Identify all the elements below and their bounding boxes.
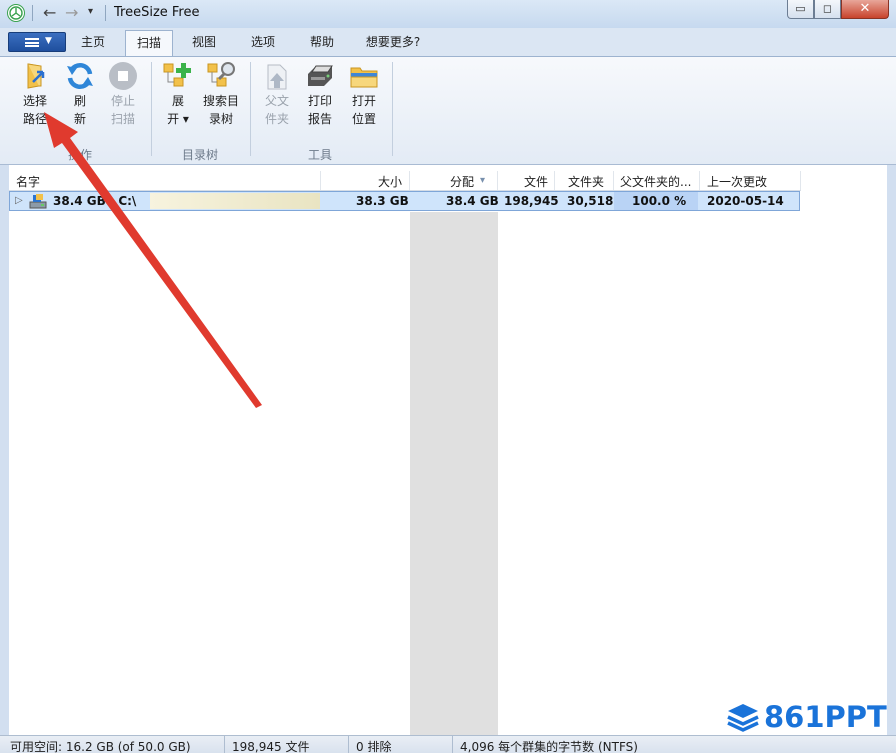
parent-folder-button[interactable]: 父文 件夹 bbox=[259, 60, 295, 128]
tab-scan[interactable]: 扫描 bbox=[125, 30, 173, 56]
refresh-icon bbox=[64, 60, 96, 92]
print-report-button[interactable]: 打印 报告 bbox=[302, 60, 338, 128]
quick-access-dropdown-icon[interactable]: ▾ bbox=[88, 6, 93, 17]
refresh-button[interactable]: 刷 新 bbox=[62, 60, 98, 128]
group-label-operations: 操作 bbox=[67, 148, 92, 162]
column-separator[interactable] bbox=[699, 171, 700, 190]
tab-help[interactable]: 帮助 bbox=[298, 30, 346, 56]
status-excluded: 0 排除 bbox=[356, 740, 392, 754]
folders-cell: 30,518 bbox=[567, 194, 614, 208]
last-modified-cell: 2020-05-14 bbox=[707, 194, 784, 208]
chevron-down-icon: ▼ bbox=[45, 36, 52, 46]
column-header-name[interactable]: 名字 bbox=[16, 173, 40, 190]
column-separator[interactable] bbox=[800, 171, 801, 190]
group-separator bbox=[151, 62, 152, 156]
forward-arrow-icon[interactable]: → bbox=[65, 3, 78, 22]
size-percentage-bar bbox=[150, 193, 320, 209]
tab-home[interactable]: 主页 bbox=[70, 30, 116, 56]
size-cell: 38.3 GB bbox=[356, 194, 409, 208]
open-folder-icon bbox=[348, 60, 380, 92]
group-separator bbox=[250, 62, 251, 156]
sort-descending-icon: ▾ bbox=[480, 175, 486, 186]
column-header-percent-parent[interactable]: 父文件夹的... bbox=[620, 173, 698, 190]
status-cluster-size: 4,096 每个群集的字节数 (NTFS) bbox=[460, 740, 638, 754]
drive-name-cell: 38.4 GB C:\ bbox=[53, 194, 137, 208]
tab-options[interactable]: 选项 bbox=[239, 30, 287, 56]
select-path-button[interactable]: 选择 路径 bbox=[15, 60, 55, 128]
status-separator bbox=[452, 736, 453, 753]
column-separator[interactable] bbox=[320, 171, 321, 190]
window-right-border bbox=[887, 165, 896, 735]
status-separator bbox=[348, 736, 349, 753]
column-header-folders[interactable]: 文件夹 bbox=[568, 173, 604, 190]
column-separator[interactable] bbox=[554, 171, 555, 190]
status-files: 198,945 文件 bbox=[232, 740, 310, 754]
column-separator[interactable] bbox=[613, 171, 614, 190]
minimize-button[interactable]: ▭ bbox=[787, 0, 814, 19]
files-cell: 198,945 bbox=[504, 194, 559, 208]
file-menu-button[interactable]: ▼ bbox=[8, 32, 66, 52]
expand-button[interactable]: 展 开 ▾ bbox=[160, 60, 196, 128]
search-tree-button[interactable]: 搜索目 录树 bbox=[199, 60, 243, 128]
tab-want-more[interactable]: 想要更多? bbox=[356, 30, 430, 56]
expand-arrow-icon[interactable]: ▷ bbox=[15, 195, 23, 206]
allocated-cell: 38.4 GB bbox=[446, 194, 499, 208]
treesize-app-icon[interactable] bbox=[7, 4, 25, 22]
drive-icon bbox=[29, 193, 47, 209]
status-separator bbox=[224, 736, 225, 753]
column-separator[interactable] bbox=[497, 171, 498, 190]
stop-scan-button[interactable]: 停止 扫描 bbox=[104, 60, 142, 128]
group-separator bbox=[392, 62, 393, 156]
column-header-files[interactable]: 文件 bbox=[524, 173, 548, 190]
up-folder-icon bbox=[261, 60, 293, 92]
column-header-last-modified[interactable]: 上一次更改 bbox=[707, 173, 767, 190]
column-header-allocated[interactable]: 分配 bbox=[450, 173, 474, 190]
search-folder-icon bbox=[205, 60, 237, 92]
column-separator[interactable] bbox=[409, 171, 410, 190]
menu-icon bbox=[25, 38, 39, 47]
maximize-button[interactable]: ◻ bbox=[814, 0, 841, 19]
title-separator bbox=[105, 5, 106, 21]
back-arrow-icon[interactable]: ← bbox=[43, 3, 56, 22]
open-location-button[interactable]: 打开 位置 bbox=[345, 60, 383, 128]
watermark-text: 861PPT bbox=[764, 700, 887, 734]
sorted-column-highlight bbox=[410, 212, 498, 735]
stop-icon bbox=[107, 60, 139, 92]
status-free-space: 可用空间: 16.2 GB (of 50.0 GB) bbox=[10, 740, 191, 754]
watermark-logo-icon bbox=[727, 704, 759, 732]
window-left-border bbox=[0, 165, 9, 735]
percent-parent-cell: 100.0 % bbox=[632, 194, 687, 208]
expand-tree-icon bbox=[162, 60, 194, 92]
group-label-tools: 工具 bbox=[307, 148, 332, 162]
title-separator bbox=[32, 5, 33, 21]
group-label-tree: 目录树 bbox=[181, 148, 218, 162]
tab-view[interactable]: 视图 bbox=[180, 30, 228, 56]
folder-arrow-icon bbox=[19, 60, 51, 92]
column-header-size[interactable]: 大小 bbox=[378, 173, 402, 190]
printer-icon bbox=[304, 60, 336, 92]
close-button[interactable]: ✕ bbox=[841, 0, 889, 19]
window-title: TreeSize Free bbox=[114, 5, 200, 20]
